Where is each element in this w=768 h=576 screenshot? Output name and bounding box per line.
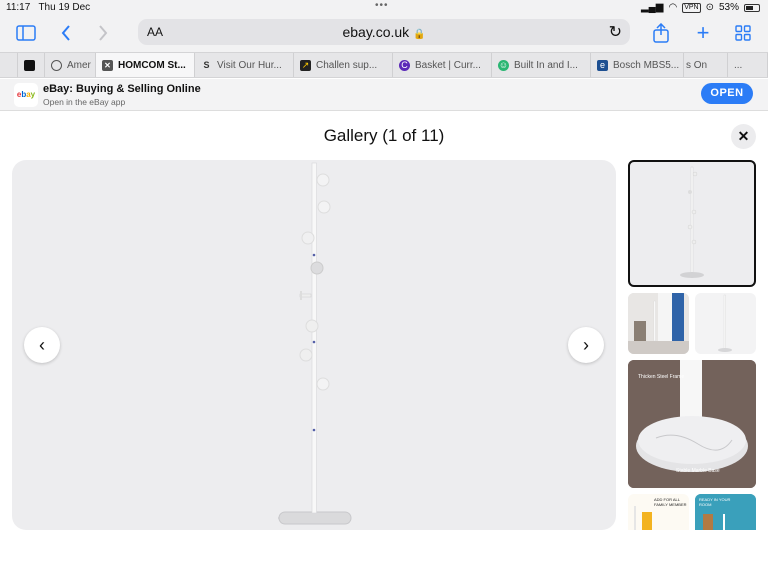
thumbnail-3[interactable] <box>695 293 756 354</box>
thumbnail-caption-family: ADD FOR ALL FAMILY MEMBER <box>654 497 687 507</box>
back-icon[interactable] <box>55 22 77 44</box>
tab-pinned-2[interactable] <box>18 53 45 77</box>
s-logo-icon: S <box>203 59 210 70</box>
thumbnail-4[interactable]: Thicken Steel Frame Stable Marble Base <box>628 360 756 488</box>
tab-3[interactable]: ↗ Challen sup... <box>294 53 393 77</box>
forward-icon[interactable] <box>92 22 114 44</box>
thumbnail-1-selected[interactable] <box>628 160 756 287</box>
tab-5[interactable]: ☺ Built In and I... <box>492 53 591 77</box>
tab-4[interactable]: C Basket | Curr... <box>393 53 492 77</box>
share-icon[interactable] <box>650 22 672 44</box>
close-gallery-button[interactable]: ✕ <box>731 124 756 149</box>
close-icon: ✕ <box>737 128 750 144</box>
multitasking-dots[interactable]: ••• <box>375 0 389 11</box>
tab-close-icon[interactable]: ✕ <box>102 59 113 71</box>
thumbnail-5[interactable]: ADD FOR ALL FAMILY MEMBER <box>628 494 689 530</box>
banner-title: eBay: Buying & Selling Online <box>43 83 201 95</box>
tab-8[interactable]: ... <box>728 53 768 77</box>
tab-overview-icon[interactable] <box>732 22 754 44</box>
previous-image-button[interactable]: ‹ <box>24 327 60 363</box>
reload-icon[interactable]: ↻ <box>609 22 622 42</box>
signal-icon: ▂▄▆ <box>640 2 664 13</box>
thumbnail-strip: Thicken Steel Frame Stable Marble Base A… <box>628 160 756 530</box>
banner-subtitle: Open in the eBay app <box>43 97 126 107</box>
main-image[interactable]: ‹ › <box>12 160 616 530</box>
chevron-right-icon: › <box>583 335 589 355</box>
chart-logo-icon: ↗ <box>300 59 311 71</box>
ebay-logo: ebay <box>14 83 38 107</box>
new-tab-icon[interactable]: + <box>692 20 714 45</box>
sidebar-icon[interactable] <box>15 22 37 44</box>
time-date: 11:17 Thu 19 Dec <box>6 2 91 13</box>
thumbnail-caption-base: Stable Marble Base <box>676 468 720 474</box>
globe-icon <box>51 59 62 71</box>
coat-stand-image <box>278 162 352 525</box>
e-logo-icon: e <box>597 59 608 71</box>
thumbnail-caption-frame: Thicken Steel Frame <box>638 374 685 380</box>
tab-pinned[interactable] <box>0 53 18 77</box>
lock-icon: 🔒 <box>413 29 426 40</box>
thumbnail-6[interactable]: READY IN YOUR ROOM <box>695 494 756 530</box>
url-text: ebay.co.uk 🔒 <box>342 24 426 40</box>
vpn-icon: VPN <box>682 2 701 13</box>
tab-1-active[interactable]: ✕ HOMCOM St... <box>96 53 195 77</box>
status-bar: 11:17 Thu 19 Dec ••• ▂▄▆ ◠ VPN ⊙ 53% <box>0 0 768 14</box>
rotation-lock-icon: ⊙ <box>705 2 714 13</box>
tab-0[interactable]: Amer <box>45 53 96 77</box>
pinned-favicon-icon <box>24 59 35 71</box>
gallery-title: Gallery (1 of 11) <box>323 126 445 145</box>
c-logo-icon: C <box>399 59 410 71</box>
smile-logo-icon: ☺ <box>498 59 509 71</box>
tab-bar: Amer ✕ HOMCOM St... S Visit Our Hur... ↗ Ch… <box>0 52 768 78</box>
app-banner: ebay eBay: Buying & Selling Online Open … <box>0 79 768 111</box>
battery-icon <box>744 3 760 12</box>
address-bar[interactable]: AA ebay.co.uk 🔒 ↻ <box>138 19 630 45</box>
tab-6[interactable]: e Bosch MBS5... <box>591 53 684 77</box>
next-image-button[interactable]: › <box>568 327 604 363</box>
status-right: ▂▄▆ ◠ VPN ⊙ 53% <box>641 2 760 13</box>
chevron-left-icon: ‹ <box>39 335 45 355</box>
tab-2[interactable]: S Visit Our Hur... <box>195 53 294 77</box>
battery-percent: 53% <box>718 2 739 13</box>
open-app-button[interactable]: OPEN <box>701 83 753 104</box>
thumbnail-caption-room: READY IN YOUR ROOM <box>699 497 731 507</box>
browser-toolbar: AA ebay.co.uk 🔒 ↻ + <box>0 14 768 52</box>
wifi-icon: ◠ <box>668 2 678 13</box>
tab-7[interactable]: s On <box>684 53 728 77</box>
thumbnail-2[interactable] <box>628 293 689 354</box>
